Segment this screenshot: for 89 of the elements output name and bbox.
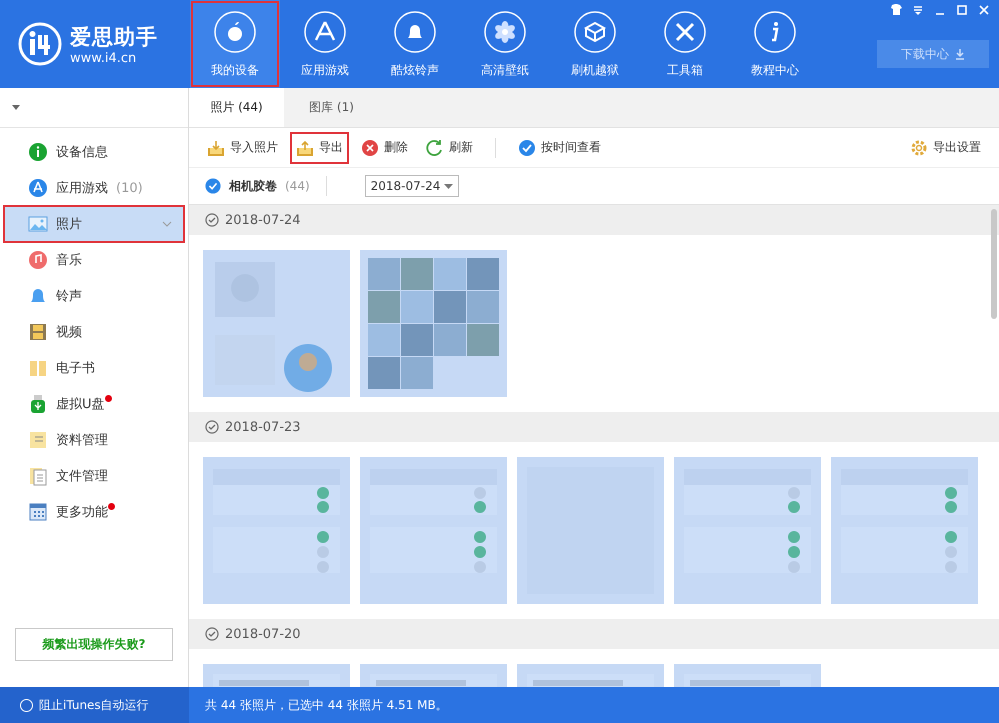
nav-label: 我的设备: [211, 62, 259, 78]
item-count: (10): [116, 180, 143, 196]
scrollbar[interactable]: [991, 209, 997, 319]
album-count: (44): [285, 179, 310, 193]
nav-tab[interactable]: 教程中心: [730, 0, 820, 88]
app-store-icon: [303, 10, 347, 54]
nav-tab[interactable]: 我的设备: [190, 0, 280, 88]
files-icon: [28, 466, 48, 486]
group-date: 2018-07-23: [225, 420, 301, 434]
nav-label: 教程中心: [751, 62, 799, 78]
sidebar-item[interactable]: 电子书: [4, 350, 184, 386]
sidebar-item[interactable]: 虚拟U盘: [4, 386, 184, 422]
radio-button[interactable]: [20, 698, 33, 712]
sidebar-label: 视频: [56, 324, 82, 341]
sidebar-label: 文件管理: [56, 468, 108, 485]
sidebar-label: 更多功能: [56, 504, 108, 521]
sidebar-item[interactable]: 设备信息: [4, 134, 184, 170]
delete-icon: [361, 138, 379, 156]
app-name: 爱思助手: [70, 24, 158, 50]
info-icon: [28, 142, 48, 162]
date-dropdown[interactable]: 2018-07-24: [364, 175, 459, 197]
sidebar-item[interactable]: 文件管理: [4, 458, 184, 494]
refresh-icon: [426, 138, 444, 156]
nav-label: 高清壁纸: [481, 62, 529, 78]
album-name: 相机胶卷: [229, 178, 277, 194]
music-note-icon: [28, 250, 48, 270]
group-date: 2018-07-24: [225, 212, 301, 228]
caret-icon: [444, 184, 453, 188]
nav-tab[interactable]: 应用游戏: [280, 0, 370, 88]
nav-tab[interactable]: 工具箱: [640, 0, 730, 88]
chevron-icon: [162, 221, 172, 227]
nav-label: 工具箱: [667, 62, 703, 78]
status-summary: 共 44 张照片，已选中 44 张照片 4.51 MB。: [204, 696, 448, 714]
caret-icon[interactable]: [12, 105, 20, 110]
film-icon: [28, 322, 48, 342]
app-store-icon: [28, 178, 48, 198]
export-settings-button[interactable]: 导出设置: [906, 134, 985, 162]
nav-label: 酷炫铃声: [391, 62, 439, 78]
box-icon: [573, 10, 617, 54]
image-icon: [28, 214, 48, 234]
help-button[interactable]: 频繁出现操作失败?: [15, 628, 173, 661]
apple-icon: [213, 10, 257, 54]
sidebar-item[interactable]: 资料管理: [4, 422, 184, 458]
sidebar-item[interactable]: 视频: [4, 314, 184, 350]
check-circle-icon: [518, 138, 536, 156]
tray-out-icon: [296, 138, 314, 156]
tab[interactable]: 图库 (1): [284, 88, 379, 127]
sidebar-label: 音乐: [56, 252, 82, 269]
toolbar-button[interactable]: 导入照片: [203, 134, 282, 162]
logo-icon: [18, 22, 62, 66]
tab[interactable]: 照片 (44): [189, 88, 284, 127]
nav-tab[interactable]: 酷炫铃声: [370, 0, 460, 88]
download-icon: [955, 48, 965, 60]
group-date: 2018-07-20: [225, 626, 301, 642]
book-icon: [28, 358, 48, 378]
check-circle-icon[interactable]: [205, 213, 219, 227]
sidebar-label: 电子书: [56, 360, 95, 377]
app-url: www.i4.cn: [70, 50, 138, 66]
nav-label: 应用游戏: [301, 62, 349, 78]
usb-drive-icon: [28, 394, 48, 414]
info-icon: [753, 10, 797, 54]
check-circle-icon[interactable]: [205, 627, 219, 641]
tray-in-icon: [207, 138, 225, 156]
sidebar-label: 资料管理: [56, 432, 108, 449]
nav-tab[interactable]: 高清壁纸: [460, 0, 550, 88]
sidebar-label: 设备信息: [56, 144, 108, 161]
sidebar-item[interactable]: 应用游戏 (10): [4, 170, 184, 206]
flower-icon: [483, 10, 527, 54]
itunes-toggle-label: 阻止iTunes自动运行: [39, 696, 149, 714]
nav-tab[interactable]: 刷机越狱: [550, 0, 640, 88]
sidebar-label: 虚拟U盘: [56, 396, 105, 413]
toolbar-button[interactable]: 按时间查看: [514, 134, 605, 162]
checkbox[interactable]: [205, 178, 221, 194]
check-circle-icon[interactable]: [205, 420, 219, 434]
toolbar-button[interactable]: 删除: [357, 134, 412, 162]
toolbar-button[interactable]: 导出: [292, 134, 347, 162]
sidebar-item[interactable]: 铃声: [4, 278, 184, 314]
settings-icon: [910, 138, 928, 156]
grid-icon: [28, 502, 48, 522]
sidebar-item[interactable]: 照片: [4, 206, 184, 242]
toolbar-button[interactable]: 刷新: [422, 134, 477, 162]
sidebar-item[interactable]: 更多功能: [4, 494, 184, 530]
nav-label: 刷机越狱: [571, 62, 619, 78]
bell-icon: [393, 10, 437, 54]
sidebar-label: 照片: [56, 216, 82, 233]
sidebar-item[interactable]: 音乐: [4, 242, 184, 278]
document-icon: [28, 430, 48, 450]
sidebar-label: 铃声: [56, 288, 82, 305]
sidebar-label: 应用游戏: [56, 180, 108, 197]
